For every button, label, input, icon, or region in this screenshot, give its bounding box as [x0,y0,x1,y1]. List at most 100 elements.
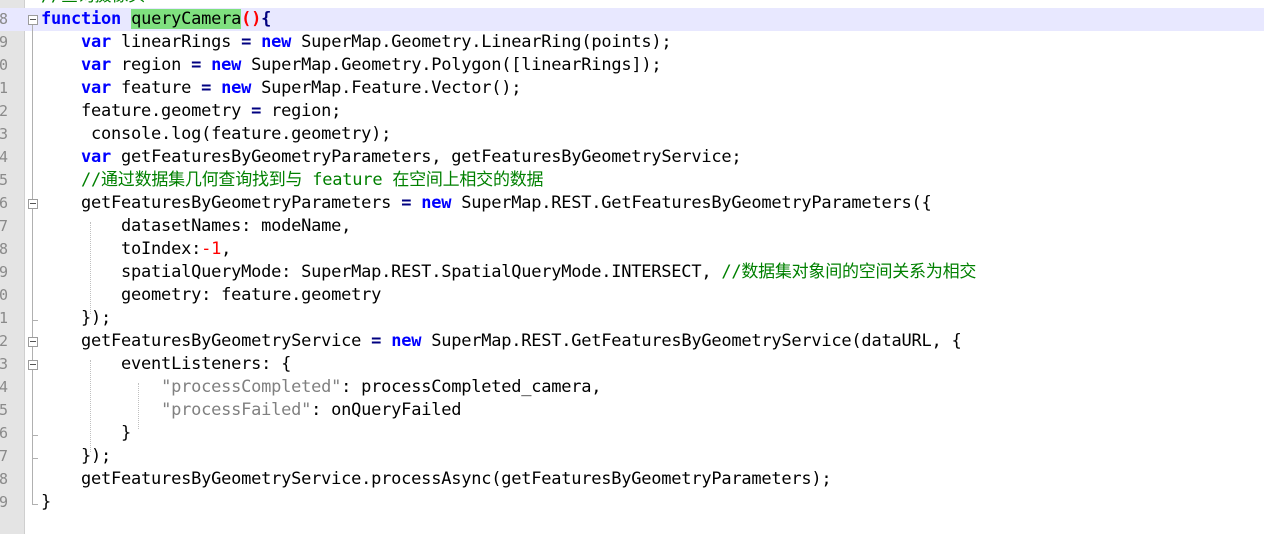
fold-toggle-icon[interactable] [28,199,38,209]
code-text: getFeaturesByGeometryParameters = new Su… [41,192,932,215]
code-token: eventListeners: { [41,354,292,374]
fold-end-marker [32,458,38,459]
code-keyword: var [81,78,112,98]
code-line[interactable]: 3 eventListeners: { [0,353,1264,376]
fold-end-marker [32,504,38,505]
fold-toggle-icon[interactable] [28,15,38,25]
code-token: , [221,239,232,259]
code-token: }); [41,446,112,466]
fold-toggle-icon[interactable] [28,337,38,347]
code-token: getFeaturesByGeometryParameters [41,193,402,213]
code-line[interactable]: 5 "processFailed": onQueryFailed [0,399,1264,422]
code-text: spatialQueryMode: SuperMap.REST.SpatialQ… [41,261,976,284]
code-line[interactable]: 9 spatialQueryMode: SuperMap.REST.Spatia… [0,261,1264,284]
code-line[interactable]: 4 var getFeaturesByGeometryParameters, g… [0,146,1264,169]
code-token: : onQueryFailed [311,400,462,420]
code-keyword: var [81,55,112,75]
code-keyword: new [211,55,242,75]
line-number: 1 [0,79,8,97]
code-line[interactable]: 2 feature.geometry = region; [0,100,1264,123]
code-line[interactable]: 6 } [0,422,1264,445]
line-number: 9 [0,493,8,511]
code-text: geometry: feature.geometry [41,284,381,307]
code-line[interactable]: 7 }); [0,445,1264,468]
code-operator: = [241,32,252,52]
fold-toggle-icon[interactable] [28,360,38,370]
code-token: feature.geometry [41,101,252,121]
code-token: getFeaturesByGeometryService.processAsyn… [41,469,832,489]
code-line[interactable]: 8 toIndex:-1, [0,238,1264,261]
line-number: 4 [0,378,8,396]
line-number: 3 [0,355,8,373]
code-line[interactable]: 0 var region = new SuperMap.Geometry.Pol… [0,54,1264,77]
code-line[interactable]: 7 datasetNames: modeName, [0,215,1264,238]
code-text: } [41,422,131,445]
fold-end-marker [32,320,38,321]
code-text: feature.geometry = region; [41,100,341,123]
line-number: 7 [0,447,8,465]
code-token: SuperMap.REST.GetFeaturesByGeometryServi… [421,331,962,351]
code-token: region; [261,101,342,121]
code-keyword: function [41,9,122,29]
code-text: var feature = new SuperMap.Feature.Vecto… [41,77,521,100]
line-number: 2 [0,332,8,350]
line-number: 7 [0,217,8,235]
code-text: datasetNames: modeName, [41,215,351,238]
code-token: }); [41,308,112,328]
code-text: }); [41,445,111,468]
code-editor[interactable]: //查询摄像头 8function queryCamera(){9 var li… [0,0,1264,534]
code-token: region [111,55,192,75]
line-number: 9 [0,33,8,51]
code-line[interactable]: 3 console.log(feature.geometry); [0,123,1264,146]
line-number: 3 [0,125,8,143]
code-token: getFeaturesByGeometryParameters, getFeat… [111,147,742,167]
code-string: "processFailed" [161,400,312,420]
code-token: spatialQueryMode: SuperMap.REST.SpatialQ… [41,262,722,282]
code-line[interactable]: 9 var linearRings = new SuperMap.Geometr… [0,31,1264,54]
code-text: toIndex:-1, [41,238,231,261]
code-comment: //数据集对象间的空间关系为相交 [721,262,977,282]
code-line[interactable]: 6 getFeaturesByGeometryParameters = new … [0,192,1264,215]
code-line[interactable]: 2 getFeaturesByGeometryService = new Sup… [0,330,1264,353]
code-bracket: () [241,9,262,29]
code-keyword: var [81,32,112,52]
code-token: datasetNames: modeName, [41,216,352,236]
code-token: SuperMap.Geometry.Polygon([linearRings])… [241,55,662,75]
code-keyword: new [261,32,292,52]
code-line[interactable]: 0 geometry: feature.geometry [0,284,1264,307]
code-keyword: new [221,78,252,98]
code-line[interactable]: 8 function queryCamera(){ [0,8,1264,31]
code-line[interactable]: 1 }); [0,307,1264,330]
code-token: } [41,492,52,512]
code-line[interactable]: 8 getFeaturesByGeometryService.processAs… [0,468,1264,491]
line-number: 2 [0,102,8,120]
code-text: "processFailed": onQueryFailed [41,399,461,422]
code-line[interactable]: 9} [0,491,1264,514]
line-number: 0 [0,56,8,74]
code-token: SuperMap.Feature.Vector(); [251,78,522,98]
code-text: console.log(feature.geometry); [41,123,391,146]
code-token: SuperMap.Geometry.LinearRing(points); [291,32,672,52]
indent-guide [90,360,91,452]
code-line[interactable]: 5 //通过数据集几何查询找到与 feature 在空间上相交的数据 [0,169,1264,192]
code-comment-text: //查询摄像头 [41,0,145,8]
partial-comment-line: //查询摄像头 [0,0,1264,8]
code-line[interactable]: 1 var feature = new SuperMap.Feature.Vec… [0,77,1264,100]
code-line[interactable]: 4 "processCompleted": processCompleted_c… [0,376,1264,399]
code-text: var linearRings = new SuperMap.Geometry.… [41,31,672,54]
indent-guide [138,383,139,429]
code-token: toIndex: [41,239,202,259]
code-token: getFeaturesByGeometryService [41,331,372,351]
code-operator: = [371,331,382,351]
code-function-name-highlight: queryCamera [131,9,242,29]
code-text: getFeaturesByGeometryService = new Super… [41,330,962,353]
code-text: function queryCamera(){ [41,8,271,31]
